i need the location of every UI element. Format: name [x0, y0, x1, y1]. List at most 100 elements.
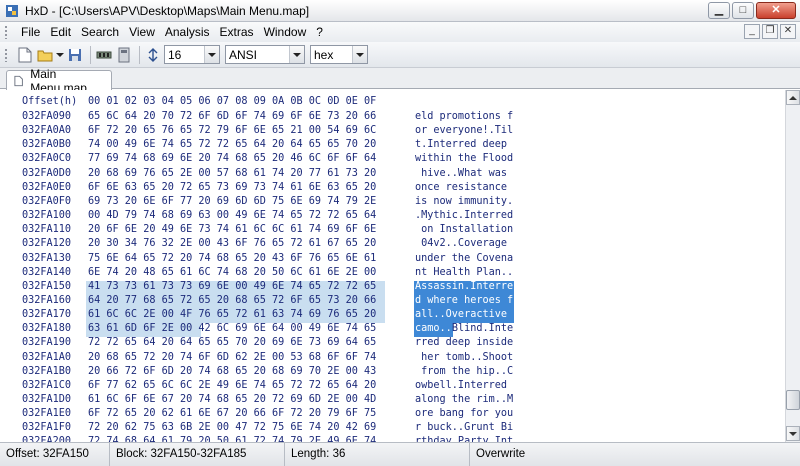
row-ascii-text[interactable]: is now immunity. — [415, 196, 525, 207]
hex-row[interactable]: 032FA1C0 6F 77 62 65 6C 6C 2E 49 6E 74 65… — [0, 380, 785, 394]
bytes-per-row-select[interactable]: 16 — [164, 45, 220, 64]
row-hex-bytes[interactable]: 20 68 65 72 20 74 6F 6D 62 2E 00 53 68 6… — [88, 352, 408, 363]
row-hex-bytes[interactable]: 63 61 6D 6F 2E 00 42 6C 69 6E 64 00 49 6… — [88, 323, 408, 334]
row-ascii-text[interactable]: under the Covena — [415, 253, 525, 264]
chevron-down-icon[interactable] — [289, 46, 304, 63]
hex-row[interactable]: 032FA090 65 6C 64 20 70 72 6F 6D 6F 74 69… — [0, 111, 785, 125]
hex-row[interactable]: 032FA120 20 30 34 76 32 2E 00 43 6F 76 65… — [0, 238, 785, 252]
hex-row[interactable]: 032FA170 61 6C 6C 2E 00 4F 76 65 72 61 63… — [0, 309, 785, 324]
chevron-down-icon[interactable] — [204, 46, 219, 63]
row-hex-bytes[interactable]: 41 73 73 61 73 73 69 6E 00 49 6E 74 65 7… — [88, 281, 408, 292]
row-ascii-text[interactable]: d where heroes f — [415, 295, 525, 306]
row-hex-bytes[interactable]: 72 20 62 75 63 6B 2E 00 47 72 75 6E 74 2… — [88, 422, 408, 433]
disk-editor-icon[interactable] — [115, 46, 133, 64]
row-hex-bytes[interactable]: 6F 77 62 65 6C 6C 2E 49 6E 74 65 72 72 6… — [88, 380, 408, 391]
hex-row[interactable]: 032FA0A0 6F 72 20 65 76 65 72 79 6F 6E 65… — [0, 125, 785, 139]
row-ascii-text[interactable]: camo..Blind.Inte — [415, 323, 525, 334]
hex-row[interactable]: 032FA110 20 6F 6E 20 49 6E 73 74 61 6C 6C… — [0, 224, 785, 238]
scroll-up-button[interactable] — [786, 90, 800, 105]
save-icon[interactable] — [66, 46, 84, 64]
menu-analysis[interactable]: Analysis — [160, 25, 215, 39]
row-hex-bytes[interactable]: 69 73 20 6E 6F 77 20 69 6D 6D 75 6E 69 7… — [88, 196, 408, 207]
scroll-thumb[interactable] — [786, 390, 800, 410]
offset-base-select[interactable]: hex — [310, 45, 368, 64]
hex-row[interactable]: 032FA190 72 72 65 64 20 64 65 65 70 20 69… — [0, 337, 785, 351]
hex-row[interactable]: 032FA130 75 6E 64 65 72 20 74 68 65 20 43… — [0, 253, 785, 267]
hex-row[interactable]: 032FA180 63 61 6D 6F 2E 00 42 6C 69 6E 64… — [0, 323, 785, 338]
menu-file[interactable]: File — [16, 25, 45, 39]
chevron-down-icon[interactable] — [352, 46, 367, 63]
close-button[interactable]: ✕ — [756, 2, 796, 19]
row-ascii-text[interactable]: or everyone!.Til — [415, 125, 525, 136]
row-ascii-text[interactable]: r buck..Grunt Bi — [415, 422, 525, 433]
menu-help[interactable]: ? — [311, 25, 328, 39]
hxd-app-icon[interactable] — [5, 4, 19, 18]
menu-search[interactable]: Search — [76, 25, 124, 39]
menu-view[interactable]: View — [124, 25, 160, 39]
hex-row[interactable]: 032FA140 6E 74 20 48 65 61 6C 74 68 20 50… — [0, 267, 785, 281]
hex-row[interactable]: 032FA150 41 73 73 61 73 73 69 6E 00 49 6E… — [0, 280, 785, 295]
hex-row[interactable]: 032FA1F0 72 20 62 75 63 6B 2E 00 47 72 75… — [0, 422, 785, 436]
chevron-down-icon[interactable] — [56, 46, 64, 64]
row-ascii-text[interactable]: rred deep inside — [415, 337, 525, 348]
hex-row[interactable]: 032FA1A0 20 68 65 72 20 74 6F 6D 62 2E 00… — [0, 352, 785, 366]
hex-row[interactable]: 032FA100 00 4D 79 74 68 69 63 00 49 6E 74… — [0, 210, 785, 224]
row-ascii-text[interactable]: nt Health Plan.. — [415, 267, 525, 278]
row-ascii-text[interactable]: within the Flood — [415, 153, 525, 164]
row-hex-bytes[interactable]: 72 72 65 64 20 64 65 65 70 20 69 6E 73 6… — [88, 337, 408, 348]
hex-row[interactable]: 032FA160 64 20 77 68 65 72 65 20 68 65 72… — [0, 294, 785, 309]
row-hex-bytes[interactable]: 75 6E 64 65 72 20 74 68 65 20 43 6F 76 6… — [88, 253, 408, 264]
hex-row[interactable]: 032FA0E0 6F 6E 63 65 20 72 65 73 69 73 74… — [0, 182, 785, 196]
row-hex-bytes[interactable]: 77 69 74 68 69 6E 20 74 68 65 20 46 6C 6… — [88, 153, 408, 164]
row-ascii-text[interactable]: from the hip..C — [415, 366, 525, 377]
row-ascii-text[interactable]: t.Interred deep — [415, 139, 525, 150]
row-hex-bytes[interactable]: 6F 72 65 20 62 61 6E 67 20 66 6F 72 20 7… — [88, 408, 408, 419]
row-hex-bytes[interactable]: 20 6F 6E 20 49 6E 73 74 61 6C 6C 61 74 6… — [88, 224, 408, 235]
vertical-scrollbar[interactable] — [785, 90, 800, 442]
row-hex-bytes[interactable]: 61 6C 6C 2E 00 4F 76 65 72 61 63 74 69 7… — [88, 309, 408, 320]
minimize-button[interactable]: ▁ — [708, 2, 730, 19]
row-ascii-text[interactable]: along the rim..M — [415, 394, 525, 405]
tab-main-menu-map[interactable]: Main Menu.map — [6, 67, 112, 95]
maximize-button[interactable]: □ — [732, 2, 754, 19]
child-close-button[interactable]: ✕ — [780, 24, 796, 39]
child-restore-button[interactable]: ❐ — [762, 24, 778, 39]
row-hex-bytes[interactable]: 6E 74 20 48 65 61 6C 74 68 20 50 6C 61 6… — [88, 267, 408, 278]
row-hex-bytes[interactable]: 65 6C 64 20 70 72 6F 6D 6F 74 69 6F 6E 7… — [88, 111, 408, 122]
row-hex-bytes[interactable]: 20 68 69 76 65 2E 00 57 68 61 74 20 77 6… — [88, 168, 408, 179]
row-ascii-text[interactable]: eld promotions f — [415, 111, 525, 122]
row-hex-bytes[interactable]: 20 30 34 76 32 2E 00 43 6F 76 65 72 61 6… — [88, 238, 408, 249]
charset-select[interactable]: ANSI — [225, 45, 305, 64]
row-ascii-text[interactable]: Assassin.Interre — [415, 281, 525, 292]
open-folder-icon[interactable] — [36, 46, 54, 64]
hex-row[interactable]: 032FA1D0 61 6C 6F 6E 67 20 74 68 65 20 72… — [0, 394, 785, 408]
row-hex-bytes[interactable]: 64 20 77 68 65 72 65 20 68 65 72 6F 65 7… — [88, 295, 408, 306]
row-ascii-text[interactable]: hive..What was — [415, 168, 525, 179]
row-hex-bytes[interactable]: 20 66 72 6F 6D 20 74 68 65 20 68 69 70 2… — [88, 366, 408, 377]
menu-edit[interactable]: Edit — [45, 25, 76, 39]
row-ascii-text[interactable]: .Mythic.Interred — [415, 210, 525, 221]
child-minimize-button[interactable]: _ — [744, 24, 760, 39]
hex-row[interactable]: 032FA0F0 69 73 20 6E 6F 77 20 69 6D 6D 75… — [0, 196, 785, 210]
menu-window[interactable]: Window — [259, 25, 312, 39]
row-ascii-text[interactable]: all..Overactive — [415, 309, 525, 320]
hex-row[interactable]: 032FA1B0 20 66 72 6F 6D 20 74 68 65 20 68… — [0, 366, 785, 380]
hex-row[interactable]: 032FA0D0 20 68 69 76 65 2E 00 57 68 61 74… — [0, 168, 785, 182]
hex-row[interactable]: 032FA0B0 74 00 49 6E 74 65 72 72 65 64 20… — [0, 139, 785, 153]
row-ascii-text[interactable]: once resistance — [415, 182, 525, 193]
row-hex-bytes[interactable]: 61 6C 6F 6E 67 20 74 68 65 20 72 69 6D 2… — [88, 394, 408, 405]
ram-editor-icon[interactable] — [95, 46, 113, 64]
row-hex-bytes[interactable]: 6F 6E 63 65 20 72 65 73 69 73 74 61 6E 6… — [88, 182, 408, 193]
row-ascii-text[interactable]: 04v2..Coverage — [415, 238, 525, 249]
hex-row[interactable]: 032FA1E0 6F 72 65 20 62 61 6E 67 20 66 6F… — [0, 408, 785, 422]
row-ascii-text[interactable]: ore bang for you — [415, 408, 525, 419]
row-hex-bytes[interactable]: 6F 72 20 65 76 65 72 79 6F 6E 65 21 00 5… — [88, 125, 408, 136]
hex-row[interactable]: 032FA0C0 77 69 74 68 69 6E 20 74 68 65 20… — [0, 153, 785, 167]
row-ascii-text[interactable]: her tomb..Shoot — [415, 352, 525, 363]
row-ascii-text[interactable]: on Installation — [415, 224, 525, 235]
row-ascii-text[interactable]: owbell.Interred — [415, 380, 525, 391]
scroll-down-button[interactable] — [786, 426, 800, 441]
status-mode[interactable]: Overwrite — [470, 443, 590, 466]
new-file-icon[interactable] — [16, 46, 34, 64]
row-hex-bytes[interactable]: 74 00 49 6E 74 65 72 72 65 64 20 64 65 6… — [88, 139, 408, 150]
